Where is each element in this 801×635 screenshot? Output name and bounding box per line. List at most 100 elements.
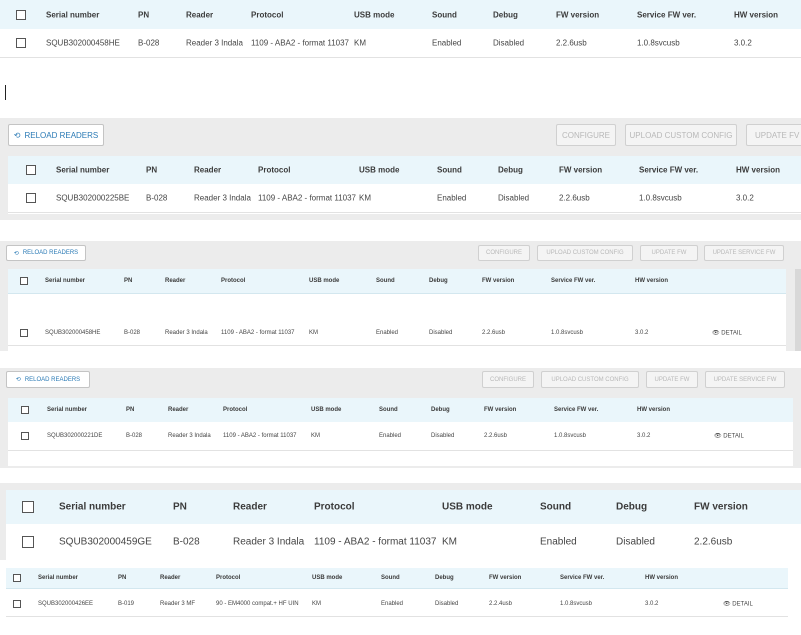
cell-protocol: 1109 - ABA2 - format 11037 [314,536,437,548]
row-checkbox[interactable] [20,329,28,337]
table-row[interactable]: SQUB302000221DE B-028 Reader 3 Indala 11… [8,422,793,451]
col-protocol: Protocol [223,407,248,413]
cell-fw-version: 2.2.6usb [484,433,508,439]
update-service-fw-button[interactable]: UPDATE SERVICE FW [704,245,784,261]
row-checkbox[interactable] [21,432,29,440]
col-serial-number: Serial number [45,278,86,284]
upload-custom-config-button[interactable]: UPLOAD CUSTOM CONFIG [541,371,639,388]
select-all-checkbox[interactable] [26,165,36,175]
cell-pn: B-028 [146,193,168,203]
reload-readers-button[interactable]: ⟲ RELOAD READERS [6,371,90,388]
cell-pn: B-028 [138,38,160,48]
select-all-checkbox[interactable] [22,501,34,513]
col-pn: PN [126,407,135,413]
update-fw-button[interactable]: UPDATE FW [646,371,698,388]
col-protocol: Protocol [258,165,291,175]
col-debug: Debug [616,501,648,513]
reload-readers-button[interactable]: ⟲ RELOAD READERS [8,124,104,146]
table-row[interactable]: SQUB302000458HE B-028 Reader 3 Indala 11… [0,29,801,58]
update-fw-button[interactable]: UPDATE FW [640,245,698,261]
cell-service-fw: 1.0.8svcusb [637,38,680,48]
readers-section-4: ⟲ RELOAD READERS CONFIGURE UPLOAD CUSTOM … [0,368,801,468]
upload-custom-config-button[interactable]: UPLOAD CUSTOM CONFIG [537,245,633,261]
col-reader: Reader [186,10,214,19]
cell-serial: SQUB302000458HE [46,38,120,48]
select-all-checkbox[interactable] [16,9,26,20]
reload-readers-button[interactable]: ⟲ RELOAD READERS [6,245,86,261]
cell-service-fw: 1.0.8svcusb [551,330,584,336]
col-fw-version: FW version [556,10,600,19]
row-checkbox[interactable] [13,600,21,608]
cell-debug: Disabled [435,601,459,607]
upload-custom-config-button[interactable]: UPLOAD CUSTOM CONFIG [625,124,737,146]
table-row[interactable]: SQUB302000458HE B-028 Reader 3 Indala 11… [8,321,786,346]
cell-debug: Disabled [498,193,530,203]
col-usb-mode: USB mode [309,278,340,284]
configure-button[interactable]: CONFIGURE [478,245,530,261]
select-all-checkbox[interactable] [21,406,29,414]
col-reader: Reader [233,501,267,513]
refresh-icon: ⟲ [15,377,21,383]
cell-fw-version: 2.2.6usb [556,38,587,48]
cell-debug: Disabled [616,536,655,548]
row-checkbox[interactable] [22,536,34,548]
col-usb-mode: USB mode [312,575,343,581]
readers-table: Serial number PN Reader Protocol USB mod… [8,156,801,214]
col-usb-mode: USB mode [442,501,493,513]
col-debug: Debug [429,278,448,284]
cell-serial: SQUB302000426EE [38,601,94,607]
cell-reader: Reader 3 Indala [186,38,243,48]
col-debug: Debug [431,407,450,413]
row-checkbox[interactable] [16,38,26,48]
select-all-checkbox[interactable] [20,277,28,285]
row-checkbox[interactable] [26,193,36,203]
col-serial-number: Serial number [56,165,110,175]
cell-sound: Enabled [381,601,404,607]
col-reader: Reader [165,278,186,284]
col-pn: PN [138,10,150,19]
detail-link[interactable]: 👁 DETAIL [712,330,742,337]
col-reader: Reader [194,165,222,175]
col-fw-version: FW version [484,407,517,413]
select-all-checkbox[interactable] [13,574,21,582]
col-usb-mode: USB mode [311,407,342,413]
cell-fw-version: 2.2.6usb [694,536,733,548]
detail-link[interactable]: 👁 DETAIL [723,601,753,608]
col-hw-version: HW version [736,165,781,175]
cell-service-fw: 1.0.8svcusb [554,433,587,439]
col-reader: Reader [168,407,189,413]
col-hw-version: HW version [645,575,679,581]
col-service-fw: Service FW ver. [560,575,605,581]
configure-button[interactable]: CONFIGURE [482,371,534,388]
readers-section-5: Serial number PN Reader Protocol USB mod… [0,483,801,560]
cell-protocol: 1109 - ABA2 - format 11037 [221,330,295,336]
table-row[interactable]: SQUB302000225BE B-028 Reader 3 Indala 11… [8,184,801,213]
readers-table: Serial number PN Reader Protocol USB mod… [8,398,793,466]
cell-reader: Reader 3 MF [160,601,196,607]
scrollbar[interactable] [795,269,801,351]
col-pn: PN [146,165,158,175]
col-hw-version: HW version [734,10,779,19]
readers-section-6: Serial number PN Reader Protocol USB mod… [0,566,801,635]
readers-section-1: Serial number PN Reader Protocol USB mod… [0,0,801,58]
cell-protocol: 1109 - ABA2 - format 11037 [251,38,349,48]
col-debug: Debug [498,165,523,175]
configure-button[interactable]: CONFIGURE [556,124,616,146]
col-serial-number: Serial number [59,501,126,513]
update-service-fw-button[interactable]: UPDATE SERVICE FW [705,371,785,388]
cell-hw-version: 3.0.2 [635,330,649,336]
update-fw-button[interactable]: UPDATE FV [746,124,801,146]
detail-link[interactable]: 👁 DETAIL [714,433,744,440]
col-service-fw: Service FW ver. [637,10,697,19]
cell-reader: Reader 3 Indala [168,433,211,439]
col-service-fw: Service FW ver. [639,165,699,175]
table-row[interactable]: SQUB302000459GE B-028 Reader 3 Indala 11… [6,524,801,560]
cell-debug: Disabled [493,38,525,48]
cell-service-fw: 1.0.8svcusb [639,193,682,203]
readers-table: Serial number PN Reader Protocol USB mod… [6,568,788,620]
table-row[interactable]: SQUB302000426EE B-019 Reader 3 MF 90 - E… [6,592,788,617]
col-pn: PN [124,278,133,284]
col-debug: Debug [435,575,454,581]
cell-reader: Reader 3 Indala [194,193,251,203]
col-usb-mode: USB mode [359,165,400,175]
